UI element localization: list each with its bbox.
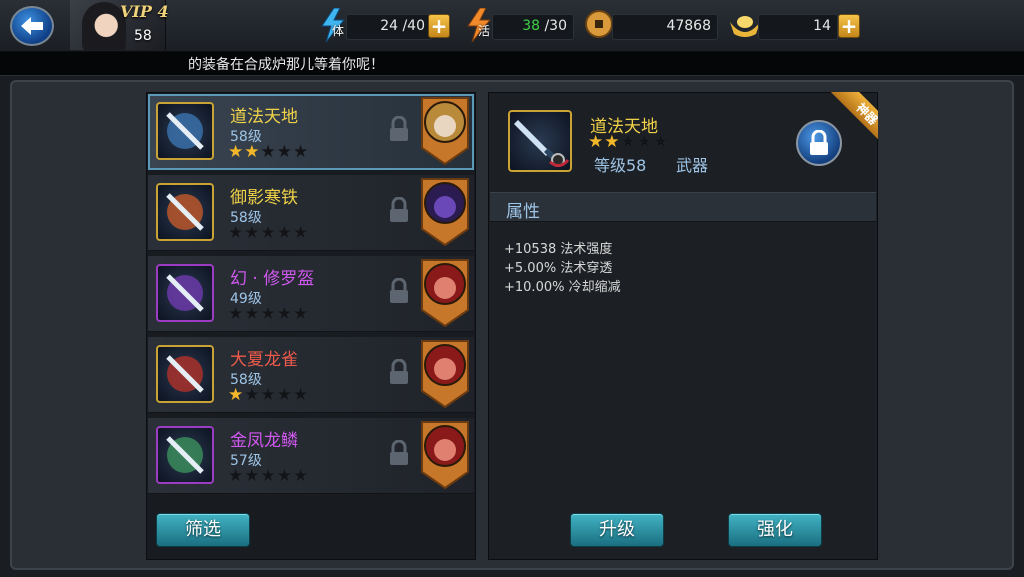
detail-type: 武器 (676, 156, 709, 175)
equipment-list-item[interactable]: 御影寒铁 58级 ★★★★★ (148, 175, 474, 251)
back-button[interactable] (10, 6, 54, 46)
attributes-header: 属性 (490, 192, 876, 222)
attribute-line: +10538 法术强度 (504, 242, 613, 257)
lock-icon (388, 196, 410, 223)
player-level: 58 (134, 28, 152, 44)
add-gold-button[interactable]: + (838, 14, 860, 38)
equipment-list-item[interactable]: 道法天地 58级 ★★★★★ (148, 94, 474, 170)
lock-toggle-button[interactable] (796, 120, 842, 166)
equipment-stars: ★★★★★ (228, 466, 310, 486)
add-stamina-button[interactable]: + (428, 14, 450, 38)
equipment-name: 道法天地 (230, 107, 298, 127)
filter-button[interactable]: 筛选 (156, 513, 250, 547)
detail-stars: ★★★★★ (588, 132, 670, 152)
detail-level: 等级58 (594, 156, 647, 175)
gold-counter: 14 (758, 14, 838, 40)
blonde-hero-icon (420, 96, 470, 166)
equipment-icon (156, 102, 214, 160)
ticker-text: 的装备在合成炉那儿等着你呢！ (188, 57, 384, 73)
equipment-icon (156, 345, 214, 403)
red-hat-hero-icon (420, 339, 470, 409)
attribute-line: +10.00% 冷却缩减 (504, 280, 621, 295)
equipment-name: 御影寒铁 (230, 188, 298, 208)
equipment-stars: ★★★★★ (228, 223, 310, 243)
equipment-list-item[interactable]: 幻 · 修罗盔 49级 ★★★★★ (148, 256, 474, 332)
upgrade-button[interactable]: 升级 (570, 513, 664, 547)
red-hat-hero-icon (420, 420, 470, 490)
gold-ingot-icon (728, 12, 762, 42)
lock-icon (388, 439, 410, 466)
equipment-stars: ★★★★★ (228, 385, 310, 405)
equipment-icon (156, 183, 214, 241)
attribute-line: +5.00% 法术穿透 (504, 261, 613, 276)
top-bar: VIP 4 58 体 24 /40 + 活 38 /30 47868 14 + (0, 0, 1024, 52)
red-hat-hero-icon (420, 258, 470, 328)
lock-icon (810, 130, 828, 155)
equipment-list-item[interactable]: 大夏龙雀 58级 ★★★★★ (148, 337, 474, 413)
equipment-name: 大夏龙雀 (230, 350, 298, 370)
equipment-name: 金凤龙鳞 (230, 431, 298, 451)
arrow-left-icon (21, 17, 43, 35)
lock-icon (388, 277, 410, 304)
equipment-name: 幻 · 修罗盔 (230, 269, 315, 289)
equipment-stars: ★★★★★ (228, 304, 310, 324)
coin-icon (584, 9, 614, 43)
coin-counter: 47868 (612, 14, 718, 40)
equipment-list-item[interactable]: 金凤龙鳞 57级 ★★★★★ (148, 418, 474, 494)
lock-icon (388, 115, 410, 142)
vigor-counter: 38 /30 (492, 14, 574, 40)
lock-icon (388, 358, 410, 385)
purple-hero-icon (420, 177, 470, 247)
stamina-counter: 24 /40 (346, 14, 432, 40)
vip-badge: VIP 4 (120, 2, 169, 21)
equipment-stars: ★★★★★ (228, 142, 310, 162)
enhance-button[interactable]: 强化 (728, 513, 822, 547)
equipment-icon (156, 426, 214, 484)
equipment-icon (156, 264, 214, 322)
announcement-ticker: 的装备在合成炉那儿等着你呢！ (0, 52, 1024, 76)
stamina-icon: 体 (318, 7, 348, 46)
detail-sword-icon (508, 110, 572, 172)
vigor-icon: 活 (464, 7, 494, 46)
